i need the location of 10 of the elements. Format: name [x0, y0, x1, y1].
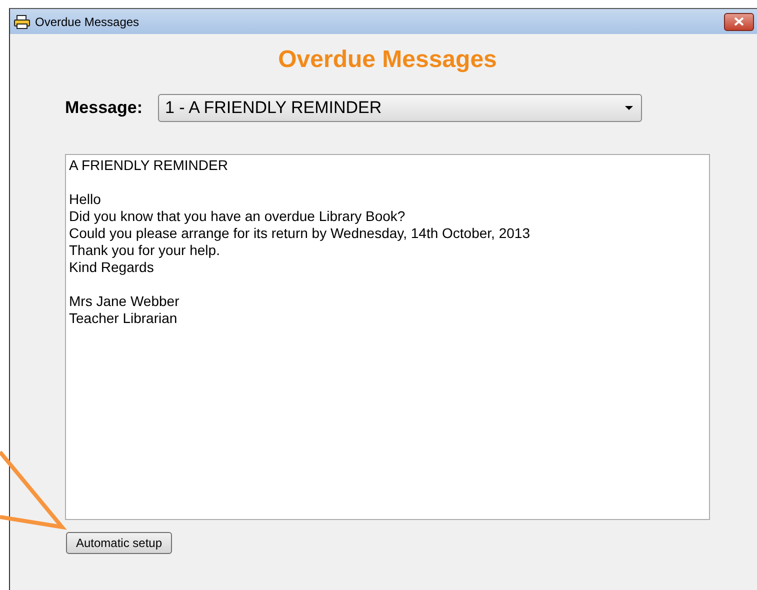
automatic-setup-button[interactable]: Automatic setup [66, 532, 172, 554]
dropdown-caret-icon [625, 106, 633, 110]
message-label: Message: [65, 98, 144, 118]
close-icon [734, 17, 744, 26]
message-text-field[interactable]: A FRIENDLY REMINDER Hello Did you know that you have an overdue Library Book? Could you please arrange for its return by Wednesday, 14th October, 2013 Thank you for your help. Kind Regards Mrs Jane Webber Teacher Librarian [65, 154, 710, 520]
window-title: Overdue Messages [35, 14, 140, 28]
printer-icon [14, 14, 30, 28]
message-dropdown[interactable]: 1 - A FRIENDLY REMINDER [158, 94, 642, 122]
close-button[interactable] [724, 12, 754, 30]
dialog-heading: Overdue Messages [277, 46, 498, 75]
